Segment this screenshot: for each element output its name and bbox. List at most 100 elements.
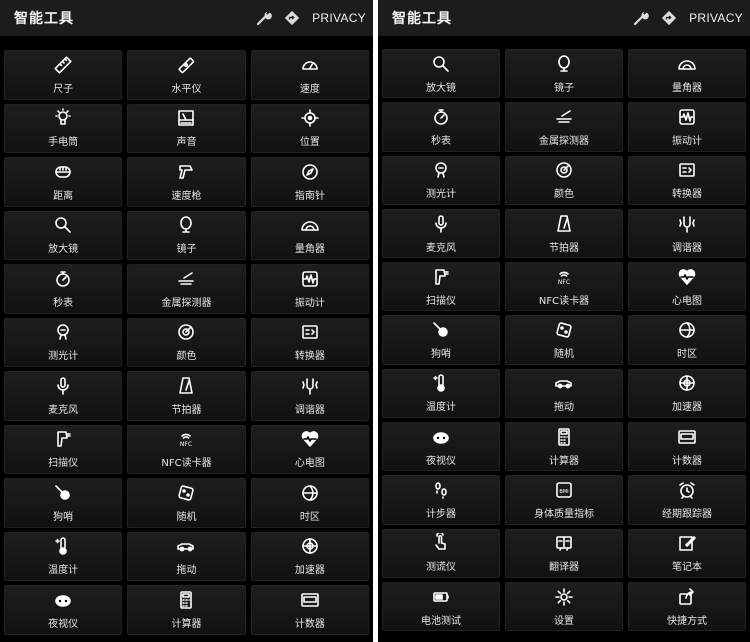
dice-icon (175, 483, 197, 503)
tool-tile[interactable]: 麦克风 (382, 208, 500, 259)
tool-tile[interactable]: 狗哨 (382, 315, 500, 365)
share-shortcut-icon (676, 587, 698, 607)
tool-tile[interactable]: 金属探测器 (505, 102, 623, 152)
tool-tile[interactable]: 位置 (250, 103, 369, 153)
tool-tile[interactable]: 时区 (250, 478, 369, 528)
tool-tile[interactable]: 速度 (250, 50, 369, 100)
tool-label: 身体质量指标 (534, 509, 594, 521)
tool-label: 测光计 (426, 189, 456, 201)
vibration-meter-icon (299, 269, 321, 289)
tool-tile[interactable]: 拖动 (505, 368, 623, 419)
tool-tile[interactable]: 速度枪 (127, 157, 246, 207)
tool-tile[interactable]: 快捷方式 (628, 581, 746, 632)
tool-tile[interactable]: 转换器 (628, 155, 746, 205)
tool-tile[interactable]: 转换器 (250, 317, 369, 367)
tuner-icon (676, 214, 698, 234)
tool-label: 镜子 (176, 244, 197, 256)
tool-tile[interactable]: 测光计 (4, 317, 123, 367)
tool-tile[interactable]: 颜色 (127, 317, 246, 367)
privacy-link[interactable]: PRIVACY (312, 11, 366, 25)
metronome-icon (175, 376, 197, 396)
tool-tile[interactable]: 时区 (628, 315, 746, 365)
tool-tile[interactable]: 心电图 (250, 424, 369, 474)
tool-tile[interactable]: 加速器 (628, 368, 746, 419)
tool-tile[interactable]: NFC NFC读卡器 (127, 424, 246, 474)
globe-clock-icon (676, 320, 698, 340)
app-title: 智能工具 (392, 11, 452, 27)
tool-tile[interactable]: 秒表 (382, 102, 500, 152)
tool-tile[interactable]: 放大镜 (4, 210, 123, 260)
tool-tile[interactable]: 扫描仪 (382, 262, 500, 312)
direction-sign-icon[interactable] (284, 10, 300, 26)
tool-tile[interactable]: 测光计 (382, 155, 500, 205)
translator-icon (553, 533, 575, 553)
tool-tile[interactable]: 镜子 (127, 210, 246, 260)
tool-tile[interactable]: 距离 (4, 157, 123, 207)
tool-tile[interactable]: 调谐器 (250, 371, 369, 421)
tool-label: 麦克风 (48, 404, 79, 416)
svg-text:NFC: NFC (180, 441, 192, 448)
tool-tile[interactable]: BMI 身体质量指标 (505, 475, 623, 525)
tool-tile[interactable]: 麦克风 (4, 371, 123, 421)
tool-tile[interactable]: 镜子 (505, 49, 623, 99)
flashlight-icon (52, 108, 74, 128)
counter-icon (299, 590, 321, 610)
tool-tile[interactable]: 节拍器 (505, 208, 623, 259)
tool-tile[interactable]: 放大镜 (382, 49, 500, 99)
tool-tile[interactable]: 尺子 (4, 50, 123, 100)
tool-tile[interactable]: 测谎仪 (382, 528, 500, 578)
tool-tile[interactable]: 水平仪 (127, 50, 246, 100)
tool-tile[interactable]: 电池测试 (382, 581, 500, 632)
tool-tile[interactable]: 手电筒 (4, 103, 123, 153)
counter-icon (676, 427, 698, 447)
tool-label: 颜色 (554, 189, 574, 201)
tool-tile[interactable]: 经期跟踪器 (628, 475, 746, 525)
wrench-icon[interactable] (633, 10, 649, 26)
tool-tile[interactable]: 设置 (505, 581, 623, 632)
privacy-link[interactable]: PRIVACY (689, 11, 743, 25)
tool-tile[interactable]: 心电图 (628, 262, 746, 312)
light-meter-icon (430, 160, 452, 180)
tool-tile[interactable]: 计数器 (628, 422, 746, 472)
top-app-bar: 智能工具 PRIVACY (378, 0, 750, 36)
tool-tile[interactable]: 拖动 (127, 531, 246, 581)
tool-tile[interactable]: 调谐器 (628, 208, 746, 259)
tool-tile[interactable]: 振动计 (628, 102, 746, 152)
direction-sign-icon[interactable] (661, 10, 677, 26)
tool-tile[interactable]: 翻译器 (505, 528, 623, 578)
tool-tile[interactable]: 量角器 (250, 210, 369, 260)
tool-tile[interactable]: 夜视仪 (4, 585, 123, 635)
tool-tile[interactable]: 加速器 (250, 531, 369, 581)
tool-tile[interactable]: 计算器 (127, 585, 246, 635)
tool-tile[interactable]: 随机 (505, 315, 623, 365)
tool-label: 振动计 (294, 297, 325, 309)
tool-tile[interactable]: 颜色 (505, 155, 623, 205)
tool-label: 金属探测器 (161, 297, 212, 309)
wrench-icon[interactable] (256, 10, 272, 26)
top-app-bar: 智能工具 PRIVACY (0, 0, 373, 36)
tool-tile[interactable]: 笔记本 (628, 528, 746, 578)
tool-tile[interactable]: NFC NFC读卡器 (505, 262, 623, 312)
compass-icon (299, 162, 321, 182)
protractor-icon (299, 215, 321, 235)
speedometer-icon (299, 55, 321, 75)
tool-tile[interactable]: 金属探测器 (127, 264, 246, 314)
tool-tile[interactable]: 指南针 (250, 157, 369, 207)
tool-tile[interactable]: 计算器 (505, 422, 623, 472)
tool-tile[interactable]: 计数器 (250, 585, 369, 635)
tool-tile[interactable]: 扫描仪 (4, 424, 123, 474)
tool-tile[interactable]: 随机 (127, 478, 246, 528)
tool-tile[interactable]: 声音 (127, 103, 246, 153)
tool-tile[interactable]: 量角器 (628, 49, 746, 99)
tool-tile[interactable]: 狗哨 (4, 478, 123, 528)
tool-tile[interactable]: 计步器 (382, 475, 500, 525)
tool-tile[interactable]: 振动计 (250, 264, 369, 314)
tool-tile[interactable]: 温度计 (382, 368, 500, 419)
tool-tile[interactable]: 节拍器 (127, 371, 246, 421)
tool-tile[interactable]: 秒表 (4, 264, 123, 314)
tool-label: 颜色 (176, 351, 197, 363)
tool-tile[interactable]: 温度计 (4, 531, 123, 581)
tool-tile[interactable]: 夜视仪 (382, 422, 500, 472)
converter-icon (299, 322, 321, 342)
tool-label: 心电图 (294, 458, 325, 470)
